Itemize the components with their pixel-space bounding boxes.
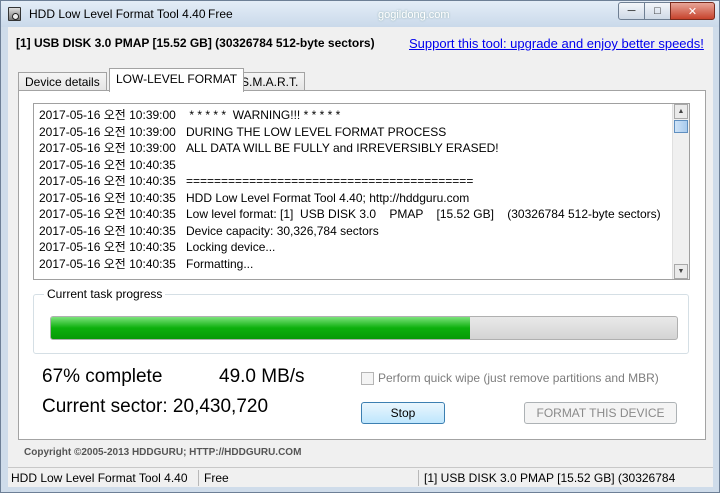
log-timestamp: 2017-05-16 오전 10:40:35 bbox=[39, 157, 176, 172]
device-info: [1] USB DISK 3.0 PMAP [15.52 GB] (303267… bbox=[16, 36, 375, 50]
format-device-button[interactable]: FORMAT THIS DEVICE bbox=[524, 402, 677, 424]
quick-wipe-checkbox[interactable] bbox=[361, 371, 374, 385]
scroll-down-icon[interactable]: ▼ bbox=[674, 264, 688, 279]
minimize-button[interactable]: ─ bbox=[618, 2, 645, 20]
current-sector: Current sector: 20,430,720 bbox=[42, 396, 269, 417]
tab-smart[interactable]: S.M.A.R.T. bbox=[234, 72, 306, 92]
log-message: Locking device... bbox=[186, 240, 276, 254]
progress-group: Current task progress bbox=[33, 287, 689, 354]
progress-fill bbox=[51, 317, 471, 339]
status-divider bbox=[418, 470, 419, 486]
log-timestamp: 2017-05-16 오전 10:40:35 bbox=[39, 256, 176, 271]
log-message: * * * * * WARNING!!! * * * * * bbox=[186, 108, 341, 122]
client-area: [1] USB DISK 3.0 PMAP [15.52 GB] (303267… bbox=[8, 27, 713, 487]
progress-bar bbox=[50, 316, 678, 340]
log-message: ========================================… bbox=[186, 174, 474, 188]
log-timestamp: 2017-05-16 오전 10:40:35 bbox=[39, 190, 176, 205]
log-timestamp: 2017-05-16 오전 10:39:00 bbox=[39, 141, 176, 155]
log-list[interactable]: 2017-05-16 오전 10:39:00 * * * * * WARNING… bbox=[33, 103, 690, 280]
log-scrollbar[interactable]: ▲ ▼ bbox=[672, 104, 689, 279]
app-window: HDD Low Level Format Tool 4.40 Free gogi… bbox=[0, 0, 720, 493]
log-line: 2017-05-16 오전 10:40:35 HDD Low Level Form… bbox=[39, 189, 669, 206]
log-line: 2017-05-16 오전 10:40:35 bbox=[39, 156, 669, 173]
log-line: 2017-05-16 오전 10:39:00 * * * * * WARNING… bbox=[39, 106, 669, 123]
log-line: 2017-05-16 오전 10:40:35 ==================… bbox=[39, 172, 669, 189]
close-icon: ✕ bbox=[687, 5, 698, 18]
log-timestamp: 2017-05-16 오전 10:39:00 bbox=[39, 124, 176, 139]
status-device: [1] USB DISK 3.0 PMAP [15.52 GB] (303267… bbox=[424, 471, 676, 485]
status-divider bbox=[198, 470, 199, 486]
status-app: HDD Low Level Format Tool 4.40 bbox=[11, 471, 188, 485]
minimize-icon: ─ bbox=[627, 5, 636, 17]
stop-button[interactable]: Stop bbox=[361, 402, 445, 424]
log-line: 2017-05-16 오전 10:39:00 DURING THE LOW LEV… bbox=[39, 123, 669, 140]
tab-low-level-format[interactable]: LOW-LEVEL FORMAT bbox=[109, 68, 245, 92]
log-message: Device capacity: 30,326,784 sectors bbox=[186, 223, 379, 238]
scroll-up-icon[interactable]: ▲ bbox=[674, 104, 688, 119]
title-bar[interactable]: HDD Low Level Format Tool 4.40 Free gogi… bbox=[1, 1, 719, 27]
log-line: 2017-05-16 오전 10:40:35 Locking device... bbox=[39, 238, 669, 255]
log-timestamp: 2017-05-16 오전 10:40:35 bbox=[39, 240, 176, 254]
log-message: DURING THE LOW LEVEL FORMAT PROCESS bbox=[186, 124, 447, 139]
tab-device-details[interactable]: Device details bbox=[18, 72, 107, 92]
status-bar: HDD Low Level Format Tool 4.40 Free [1] … bbox=[8, 467, 713, 487]
hard-drive-icon bbox=[8, 7, 21, 21]
scroll-thumb[interactable] bbox=[674, 120, 688, 133]
window-title: HDD Low Level Format Tool 4.40 bbox=[29, 7, 206, 21]
transfer-speed: 49.0 MB/s bbox=[219, 366, 305, 387]
log-lines: 2017-05-16 오전 10:39:00 * * * * * WARNING… bbox=[39, 106, 669, 271]
log-message: HDD Low Level Format Tool 4.40; http://h… bbox=[186, 190, 470, 205]
maximize-button[interactable]: □ bbox=[644, 2, 671, 20]
window-edition: Free bbox=[208, 7, 233, 21]
progress-group-title: Current task progress bbox=[44, 287, 166, 301]
log-timestamp: 2017-05-16 오전 10:40:35 bbox=[39, 223, 176, 238]
watermark: gogildong.com bbox=[378, 9, 450, 21]
log-message: ALL DATA WILL BE FULLY and IRREVERSIBLY … bbox=[186, 141, 499, 155]
log-line: 2017-05-16 오전 10:39:00 ALL DATA WILL BE F… bbox=[39, 139, 669, 156]
close-button[interactable]: ✕ bbox=[670, 2, 715, 20]
status-edition: Free bbox=[204, 471, 229, 485]
format-panel: 2017-05-16 오전 10:39:00 * * * * * WARNING… bbox=[18, 90, 706, 440]
log-line: 2017-05-16 오전 10:40:35 Low level format: … bbox=[39, 205, 669, 222]
log-message: Formatting... bbox=[186, 256, 254, 271]
quick-wipe-label: Perform quick wipe (just remove partitio… bbox=[378, 371, 659, 385]
support-link[interactable]: Support this tool: upgrade and enjoy bet… bbox=[409, 36, 704, 51]
log-message: Low level format: [1] USB DISK 3.0 PMAP … bbox=[186, 207, 661, 221]
log-timestamp: 2017-05-16 오전 10:40:35 bbox=[39, 207, 176, 221]
copyright-text: Copyright ©2005-2013 HDDGURU; HTTP://HDD… bbox=[24, 447, 302, 458]
quick-wipe-option[interactable]: Perform quick wipe (just remove partitio… bbox=[361, 371, 659, 385]
percent-complete: 67% complete bbox=[42, 366, 163, 387]
maximize-icon: □ bbox=[654, 5, 661, 17]
log-line: 2017-05-16 오전 10:40:35 Device capacity: 3… bbox=[39, 222, 669, 239]
log-timestamp: 2017-05-16 오전 10:39:00 bbox=[39, 108, 176, 122]
log-timestamp: 2017-05-16 오전 10:40:35 bbox=[39, 174, 176, 188]
log-line: 2017-05-16 오전 10:40:35 Formatting... bbox=[39, 255, 669, 272]
